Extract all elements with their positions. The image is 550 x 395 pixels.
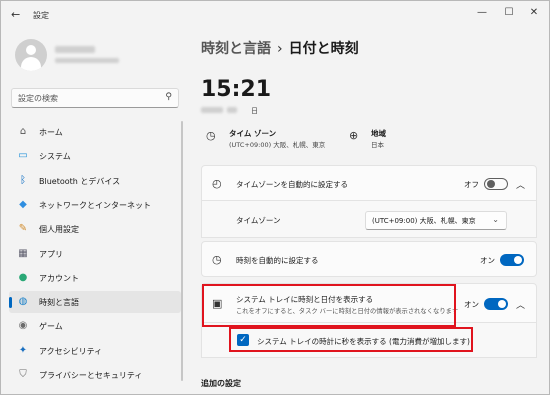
seconds-highlight-box: [229, 327, 473, 352]
toggle-knob: [498, 300, 506, 308]
timezone-select-value: (UTC+09:00) 大阪、札幌、東京: [372, 217, 476, 225]
auto-timezone-card[interactable]: ◴ タイムゾーンを自動的に設定する オフ ︿: [201, 165, 537, 201]
search-input[interactable]: 設定の検索 ⚲: [11, 88, 179, 108]
accessibility-icon: ✦: [18, 344, 28, 356]
globe-icon: ⊕: [349, 129, 359, 142]
sidebar-item-label: 個人用設定: [39, 225, 79, 235]
timezone-row-label: タイムゾーン: [236, 216, 281, 225]
page-title: 日付と時刻: [288, 41, 359, 57]
sidebar-item-label: アカウント: [39, 273, 79, 283]
timezone-select[interactable]: (UTC+09:00) 大阪、札幌、東京 ⌄: [365, 211, 507, 230]
timezone-title: タイム ゾーン: [229, 129, 277, 138]
active-indicator: [9, 297, 12, 309]
clock-icon: ◷: [212, 253, 222, 266]
sidebar-item-wifi[interactable]: ◆ ネットワークとインターネット: [9, 194, 181, 216]
breadcrumb-parent[interactable]: 時刻と言語: [201, 41, 271, 57]
year-redacted: [201, 107, 223, 113]
account-icon: ●: [18, 271, 28, 283]
sidebar-item-gamepad[interactable]: ◉ ゲーム: [9, 315, 181, 337]
maximize-button[interactable]: ☐: [500, 7, 518, 18]
sidebar-item-brush[interactable]: ✎ 個人用設定: [9, 218, 181, 240]
breadcrumb: 時刻と言語 › 日付と時刻: [201, 38, 359, 58]
timezone-value: (UTC+09:00) 大阪、札幌、東京: [229, 141, 326, 149]
avatar-body: [21, 57, 41, 71]
home-icon: ⌂: [19, 126, 27, 137]
sidebar-item-label: Bluetooth とデバイス: [39, 176, 121, 186]
sidebar-item-home[interactable]: ⌂ ホーム: [9, 121, 181, 143]
chevron-up-icon[interactable]: ︿: [516, 178, 525, 191]
brush-icon: ✎: [18, 223, 28, 235]
sidebar-item-label: 時刻と言語: [39, 298, 79, 308]
sidebar-item-monitor[interactable]: ▭ システム: [9, 145, 181, 167]
auto-time-card[interactable]: ◷ 時刻を自動的に設定する オン: [201, 241, 537, 277]
sidebar-item-label: ゲーム: [39, 322, 63, 332]
auto-timezone-state: オフ: [464, 180, 479, 189]
sidebar-item-shield[interactable]: ⛉ プライバシーとセキュリティ: [9, 364, 181, 386]
avatar[interactable]: [15, 39, 47, 71]
tray-toggle[interactable]: [484, 298, 508, 310]
minimize-button[interactable]: —: [473, 7, 491, 18]
sidebar-item-globe-clock[interactable]: ◍ 時刻と言語: [9, 291, 181, 314]
avatar-head: [26, 45, 36, 55]
auto-timezone-toggle[interactable]: [484, 178, 508, 190]
bluetooth-icon: ᛒ: [20, 174, 26, 186]
additional-settings-heading: 追加の設定: [201, 379, 241, 388]
sidebar-item-label: プライバシーとセキュリティ: [39, 371, 143, 380]
sidebar-item-label: アプリ: [39, 249, 63, 259]
region-title: 地域: [371, 129, 386, 138]
sidebar-item-label: アクセシビリティ: [39, 346, 103, 356]
settings-window: ← 設定 — ☐ ✕ 設定の検索 ⚲ ⌂ ホーム ▭ システム ᛒ Bluetooth と…: [0, 0, 550, 395]
auto-time-toggle[interactable]: [500, 254, 524, 266]
toggle-knob: [487, 180, 495, 188]
auto-timezone-label: タイムゾーンを自動的に設定する: [236, 180, 348, 189]
timezone-sync-icon: ◴: [212, 177, 222, 190]
sidebar-item-apps[interactable]: ▦ アプリ: [9, 243, 181, 265]
sidebar-item-account[interactable]: ● アカウント: [9, 267, 181, 289]
sidebar-scrollbar[interactable]: [181, 121, 183, 381]
month-redacted: [227, 107, 237, 113]
current-time: 15:21: [201, 77, 272, 102]
profile-name-redacted: [55, 46, 95, 53]
sidebar-item-accessibility[interactable]: ✦ アクセシビリティ: [9, 340, 181, 362]
region-value: 日本: [371, 141, 384, 149]
sidebar-item-label: ネットワークとインターネット: [39, 200, 151, 210]
monitor-icon: ▭: [18, 150, 28, 162]
globe-clock-icon: ◍: [18, 296, 28, 308]
tray-state: オン: [464, 300, 479, 309]
shield-icon: ⛉: [19, 369, 27, 380]
timezone-clock-icon: ◷: [206, 129, 216, 142]
sidebar-item-bluetooth[interactable]: ᛒ Bluetooth とデバイス: [9, 170, 181, 192]
close-button[interactable]: ✕: [525, 7, 543, 18]
sidebar-item-label: ホーム: [39, 128, 63, 137]
date-day-suffix: 日: [251, 107, 258, 115]
auto-time-label: 時刻を自動的に設定する: [236, 256, 319, 265]
sidebar-item-label: システム: [39, 152, 71, 162]
title-bar: ← 設定 — ☐ ✕: [1, 1, 549, 29]
tray-highlight-box: [202, 284, 456, 327]
window-title: 設定: [33, 11, 49, 20]
auto-time-state: オン: [480, 256, 495, 265]
chevron-up-icon[interactable]: ︿: [516, 298, 525, 311]
search-icon: ⚲: [165, 92, 172, 102]
apps-icon: ▦: [18, 247, 28, 259]
toggle-knob: [514, 256, 522, 264]
back-arrow-icon[interactable]: ←: [11, 8, 20, 21]
wifi-icon: ◆: [19, 198, 27, 210]
search-placeholder: 設定の検索: [18, 94, 58, 103]
chevron-down-icon: ⌄: [492, 215, 499, 224]
breadcrumb-separator: ›: [277, 41, 283, 57]
gamepad-icon: ◉: [18, 320, 28, 332]
profile-email-redacted: [55, 58, 119, 63]
